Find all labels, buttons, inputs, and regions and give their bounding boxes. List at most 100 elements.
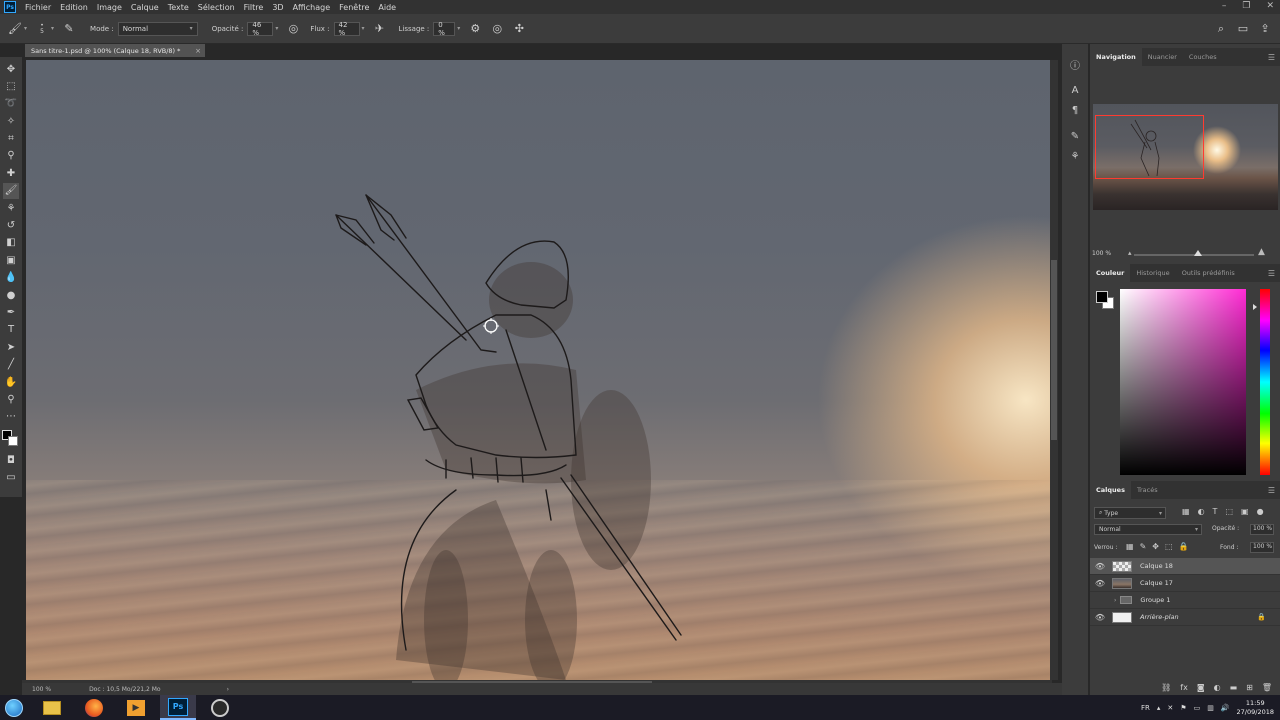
layer-row-calque-18[interactable]: 👁 Calque 18 xyxy=(1090,558,1280,575)
lock-position-icon[interactable]: ✥ xyxy=(1152,542,1159,551)
info-icon[interactable]: ⓘ xyxy=(1067,56,1083,72)
tab-calques[interactable]: Calques xyxy=(1090,481,1131,499)
start-button[interactable] xyxy=(0,695,28,720)
opacity-chevron-icon[interactable]: ▾ xyxy=(275,25,278,32)
navigator-view-rectangle[interactable] xyxy=(1095,115,1204,179)
zoom-tool-icon[interactable]: ⚲ xyxy=(3,391,19,407)
tab-nuancier[interactable]: Nuancier xyxy=(1142,48,1183,66)
tool-preset-chevron-icon[interactable]: ▾ xyxy=(24,25,27,32)
filter-smart-object-icon[interactable]: ▣ xyxy=(1241,507,1249,516)
quick-mask-icon[interactable]: ◘ xyxy=(3,452,19,468)
hue-slider[interactable] xyxy=(1260,289,1270,475)
menu-calque[interactable]: Calque xyxy=(131,3,159,12)
adjustment-icon[interactable]: ◐ xyxy=(1214,683,1221,692)
color-panel-foreground-swatch[interactable] xyxy=(1096,291,1108,303)
layer-fill-input[interactable]: 100 % xyxy=(1250,542,1274,553)
taskbar-explorer[interactable] xyxy=(34,695,70,720)
menu-fenetre[interactable]: Fenêtre xyxy=(339,3,369,12)
more-tools-icon[interactable]: ⋯ xyxy=(3,409,19,425)
navigator-zoom-slider-knob[interactable] xyxy=(1194,250,1202,256)
tab-navigation[interactable]: Navigation xyxy=(1090,48,1142,66)
clone-stamp-tool-icon[interactable]: ⚘ xyxy=(3,200,19,216)
pressure-size-icon[interactable]: ◎ xyxy=(490,22,504,36)
zoom-in-mountain-icon[interactable]: ▲ xyxy=(1258,247,1265,257)
share-icon[interactable]: ⇪ xyxy=(1258,22,1272,36)
tray-app-icon[interactable]: ✕ xyxy=(1167,704,1173,712)
quick-selection-tool-icon[interactable]: ✧ xyxy=(3,113,19,129)
navigator-preview[interactable] xyxy=(1093,104,1278,210)
menu-filtre[interactable]: Filtre xyxy=(244,3,264,12)
layer-row-calque-17[interactable]: 👁 Calque 17 xyxy=(1090,575,1280,592)
clock[interactable]: 11:59 27/09/2018 xyxy=(1237,699,1274,717)
filter-pixel-icon[interactable]: ▦ xyxy=(1182,507,1190,516)
taskbar-obs[interactable] xyxy=(202,695,238,720)
brush-tool-icon[interactable]: 🖌 xyxy=(8,22,22,36)
screen-mode-icon[interactable]: ▭ xyxy=(3,470,19,486)
menu-aide[interactable]: Aide xyxy=(378,3,396,12)
tray-expand-icon[interactable]: ▴ xyxy=(1157,704,1161,712)
hand-tool-icon[interactable]: ✋ xyxy=(3,374,19,390)
filter-toggle-icon[interactable]: ● xyxy=(1257,507,1264,516)
trash-icon[interactable]: 🗑 xyxy=(1262,683,1272,692)
document-canvas[interactable] xyxy=(26,60,1050,680)
filter-shape-icon[interactable]: ⬚ xyxy=(1225,507,1233,516)
tab-traces[interactable]: Tracés xyxy=(1131,481,1164,499)
language-indicator[interactable]: FR xyxy=(1141,704,1150,712)
layer-row-arriere-plan[interactable]: 👁 Arrière-plan 🔒 xyxy=(1090,609,1280,626)
layer-row-groupe-1[interactable]: › Groupe 1 xyxy=(1090,592,1280,609)
gradient-tool-icon[interactable]: ▣ xyxy=(3,252,19,268)
status-menu-arrow-icon[interactable]: › xyxy=(227,686,229,693)
menu-image[interactable]: Image xyxy=(97,3,122,12)
smoothing-gear-icon[interactable]: ⚙ xyxy=(468,22,482,36)
link-icon[interactable]: ⛓ xyxy=(1161,683,1171,692)
smoothing-chevron-icon[interactable]: ▾ xyxy=(457,25,460,32)
menu-selection[interactable]: Sélection xyxy=(198,3,235,12)
layer-opacity-input[interactable]: 100 % xyxy=(1250,524,1274,535)
menu-affichage[interactable]: Affichage xyxy=(293,3,331,12)
visibility-eye-icon[interactable]: 👁 xyxy=(1090,579,1110,588)
taskbar-media-player[interactable]: ▶ xyxy=(118,695,154,720)
search-icon[interactable]: ⌕ xyxy=(1214,22,1228,36)
flag-icon[interactable]: ⚑ xyxy=(1180,704,1186,712)
menu-edition[interactable]: Edition xyxy=(60,3,88,12)
menu-texte[interactable]: Texte xyxy=(168,3,189,12)
visibility-eye-icon[interactable]: 👁 xyxy=(1090,562,1110,571)
new-layer-icon[interactable]: ⊞ xyxy=(1246,683,1253,692)
filter-type-icon[interactable]: T xyxy=(1213,507,1218,516)
dodge-tool-icon[interactable]: ● xyxy=(3,287,19,303)
menu-fichier[interactable]: Fichier xyxy=(25,3,51,12)
vertical-scrollbar[interactable] xyxy=(1050,60,1058,680)
tab-couches[interactable]: Couches xyxy=(1183,48,1223,66)
layers-menu-icon[interactable]: ☰ xyxy=(1268,486,1275,495)
visibility-empty-icon[interactable] xyxy=(1090,596,1110,605)
folder-icon[interactable]: ▬ xyxy=(1230,683,1238,692)
color-swatches[interactable] xyxy=(2,430,20,447)
color-picker-field[interactable] xyxy=(1120,289,1246,475)
character-icon[interactable]: A xyxy=(1067,82,1083,98)
line-tool-icon[interactable]: ╱ xyxy=(3,357,19,373)
blur-tool-icon[interactable]: 💧 xyxy=(3,270,19,286)
menu-3d[interactable]: 3D xyxy=(272,3,283,12)
airbrush-icon[interactable]: ✈ xyxy=(373,22,387,36)
status-zoom[interactable]: 100 % xyxy=(32,686,51,693)
close-button[interactable]: ✕ xyxy=(1266,1,1274,11)
navigator-zoom-value[interactable]: 100 % xyxy=(1092,250,1111,257)
lock-pixels-icon[interactable]: ✎ xyxy=(1140,542,1147,551)
mode-select[interactable]: Normal ▾ xyxy=(117,21,198,36)
history-brush-tool-icon[interactable]: ↺ xyxy=(3,218,19,234)
brush-picker-chevron-icon[interactable]: ▾ xyxy=(51,25,54,32)
healing-brush-tool-icon[interactable]: ✚ xyxy=(3,165,19,181)
smoothing-input[interactable]: 0 % xyxy=(433,21,456,37)
tab-outils-predefinis[interactable]: Outils prédéfinis xyxy=(1176,264,1241,282)
document-tab-close-icon[interactable]: × xyxy=(195,47,201,55)
brush-tool-active-icon[interactable]: 🖌 xyxy=(3,182,19,199)
symmetry-icon[interactable]: ✣ xyxy=(512,22,526,36)
navigator-menu-icon[interactable]: ☰ xyxy=(1268,53,1275,62)
restore-button[interactable]: ❐ xyxy=(1242,1,1250,11)
chevron-right-icon[interactable]: › xyxy=(1114,597,1116,604)
layer-blend-mode-select[interactable]: Normal ▾ xyxy=(1094,524,1202,535)
marquee-tool-icon[interactable]: ⬚ xyxy=(3,78,19,94)
tab-historique[interactable]: Historique xyxy=(1130,264,1175,282)
document-tab[interactable]: Sans titre-1.psd @ 100% (Calque 18, RVB/… xyxy=(25,44,205,57)
eraser-tool-icon[interactable]: ◧ xyxy=(3,235,19,251)
